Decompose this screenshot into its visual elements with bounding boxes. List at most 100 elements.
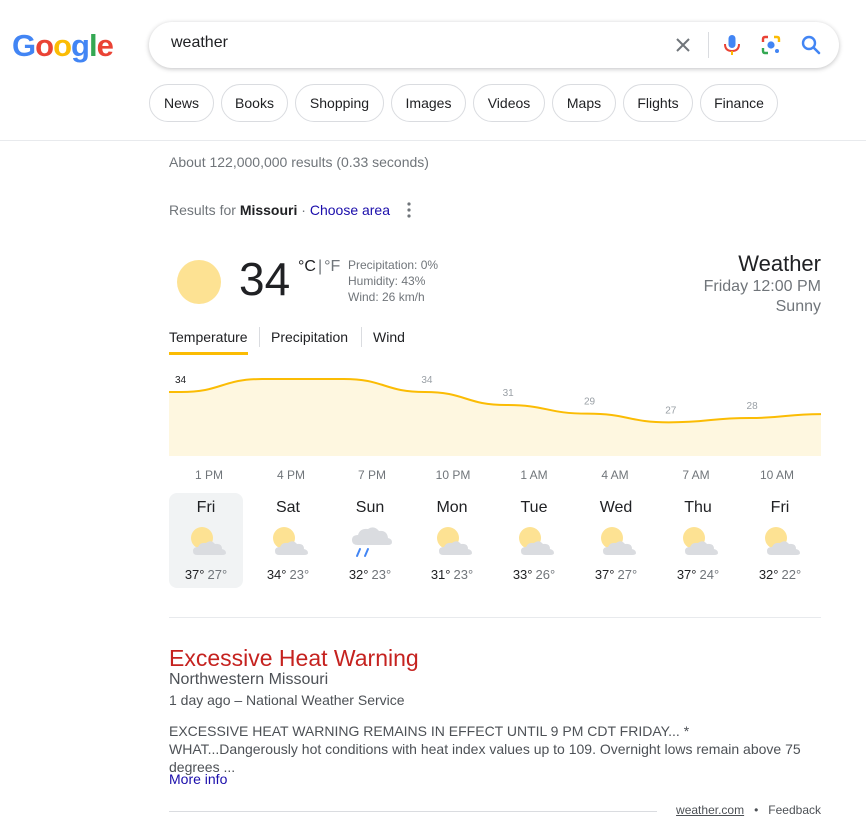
forecast-day[interactable]: Fri 32° 22° (743, 493, 817, 588)
rain-cloud-icon (346, 523, 394, 564)
forecast-day[interactable]: Mon 31° 23° (415, 493, 489, 588)
chip-videos[interactable]: Videos (473, 84, 545, 122)
sunny-icon (176, 259, 222, 310)
day-high: 32° (348, 567, 369, 582)
partly-cloudy-icon (592, 523, 640, 564)
chart-value-label: 27 (665, 405, 677, 416)
day-low: 26° (535, 567, 556, 582)
section-divider (169, 617, 821, 618)
chart-value-label: 37 (259, 372, 271, 373)
chip-shopping[interactable]: Shopping (295, 84, 384, 122)
tab-precipitation[interactable]: Precipitation (271, 329, 348, 345)
time-label: 4 PM (276, 468, 305, 482)
day-temps: 33° 26° (497, 567, 571, 582)
precipitation-detail: Precipitation: 0% (348, 258, 439, 272)
tab-wind[interactable]: Wind (373, 329, 405, 345)
alert-text: EXCESSIVE HEAT WARNING REMAINS IN EFFECT… (169, 723, 801, 775)
more-options-icon[interactable] (402, 200, 416, 220)
result-stats: About 122,000,000 results (0.33 seconds) (169, 154, 429, 170)
unit-fahrenheit[interactable]: °F (324, 258, 340, 275)
partly-cloudy-icon (428, 523, 476, 564)
feedback-link[interactable]: Feedback (768, 803, 821, 817)
chart-value-label: 31 (503, 388, 515, 399)
day-low: 24° (699, 567, 720, 582)
location-name: Missouri (239, 202, 298, 218)
forecast-day[interactable]: Sun 32° 23° (333, 493, 407, 588)
header-divider (0, 140, 866, 141)
footer-dot: • (754, 803, 759, 817)
day-high: 37° (594, 567, 615, 582)
chart-value-label: 34 (421, 375, 433, 386)
google-logo[interactable]: Google (12, 28, 114, 64)
chip-images[interactable]: Images (391, 84, 466, 122)
alert-title[interactable]: Excessive Heat Warning (169, 645, 419, 672)
logo-letter: G (12, 28, 36, 63)
chart-value-label: 34 (175, 375, 187, 386)
tab-separator (259, 327, 260, 347)
time-label: 1 PM (194, 468, 223, 482)
search-icon[interactable] (799, 33, 823, 57)
chip-news[interactable]: News (149, 84, 214, 122)
chip-maps[interactable]: Maps (552, 84, 616, 122)
time-label: 1 AM (520, 468, 548, 482)
time-label: 10 PM (435, 468, 471, 482)
clear-icon[interactable] (671, 33, 695, 57)
forecast-day[interactable]: Fri 37° 27° (169, 493, 243, 588)
forecast-day[interactable]: Sat 34° 23° (251, 493, 325, 588)
day-temps: 37° 27° (169, 567, 243, 582)
day-high: 37° (184, 567, 205, 582)
unit-separator: | (317, 258, 323, 275)
day-name: Thu (684, 499, 712, 516)
lens-icon[interactable] (759, 33, 783, 57)
day-temps: 34° 23° (251, 567, 325, 582)
forecast-day[interactable]: Tue 33° 26° (497, 493, 571, 588)
weather-condition: Sunny (775, 298, 821, 315)
day-name: Fri (196, 499, 216, 516)
day-high: 37° (676, 567, 697, 582)
tab-temperature[interactable]: Temperature (169, 329, 248, 345)
search-box (149, 22, 839, 68)
location-separator: · (297, 202, 310, 218)
time-label: 10 AM (759, 468, 795, 482)
chip-finance[interactable]: Finance (700, 84, 778, 122)
day-low: 23° (289, 567, 310, 582)
partly-cloudy-icon (264, 523, 312, 564)
partly-cloudy-icon (756, 523, 804, 564)
time-label: 7 PM (357, 468, 386, 482)
source-link[interactable]: weather.com (676, 803, 744, 817)
day-temps: 31° 23° (415, 567, 489, 582)
logo-letter: o (53, 28, 72, 63)
results-for-location: Results for Missouri · Choose area (169, 202, 390, 218)
forecast-day[interactable]: Thu 37° 24° (661, 493, 735, 588)
search-input[interactable] (169, 33, 653, 53)
day-name: Mon (436, 499, 468, 516)
day-high: 34° (266, 567, 287, 582)
day-temps: 32° 22° (743, 567, 817, 582)
day-temps: 32° 23° (333, 567, 407, 582)
humidity-detail: Humidity: 43% (348, 274, 426, 288)
microphone-icon[interactable] (720, 33, 744, 57)
results-for-prefix: Results for (169, 202, 240, 218)
chip-flights[interactable]: Flights (623, 84, 693, 122)
day-temps: 37° 27° (579, 567, 653, 582)
day-low: 27° (617, 567, 638, 582)
logo-letter: o (35, 28, 54, 63)
tab-separator (361, 327, 362, 347)
search-divider (708, 32, 709, 58)
alert-meta: 1 day ago – National Weather Service (169, 692, 405, 708)
day-high: 32° (758, 567, 779, 582)
choose-area-link[interactable]: Choose area (310, 202, 390, 218)
partly-cloudy-icon (510, 523, 558, 564)
chart-area (169, 379, 821, 456)
unit-celsius[interactable]: °C (298, 258, 316, 275)
unit-toggle: °C | °F (298, 258, 340, 276)
current-temperature: 34 (239, 253, 291, 305)
more-info-link[interactable]: More info (169, 771, 227, 787)
chip-books[interactable]: Books (221, 84, 288, 122)
partly-cloudy-icon (674, 523, 722, 564)
forecast-day[interactable]: Wed 37° 27° (579, 493, 653, 588)
footer: weather.com • Feedback (676, 803, 821, 817)
chart-value-label: 29 (584, 397, 596, 408)
chart-value-label: 37 (340, 372, 352, 373)
weather-time: Friday 12:00 PM (703, 278, 821, 295)
